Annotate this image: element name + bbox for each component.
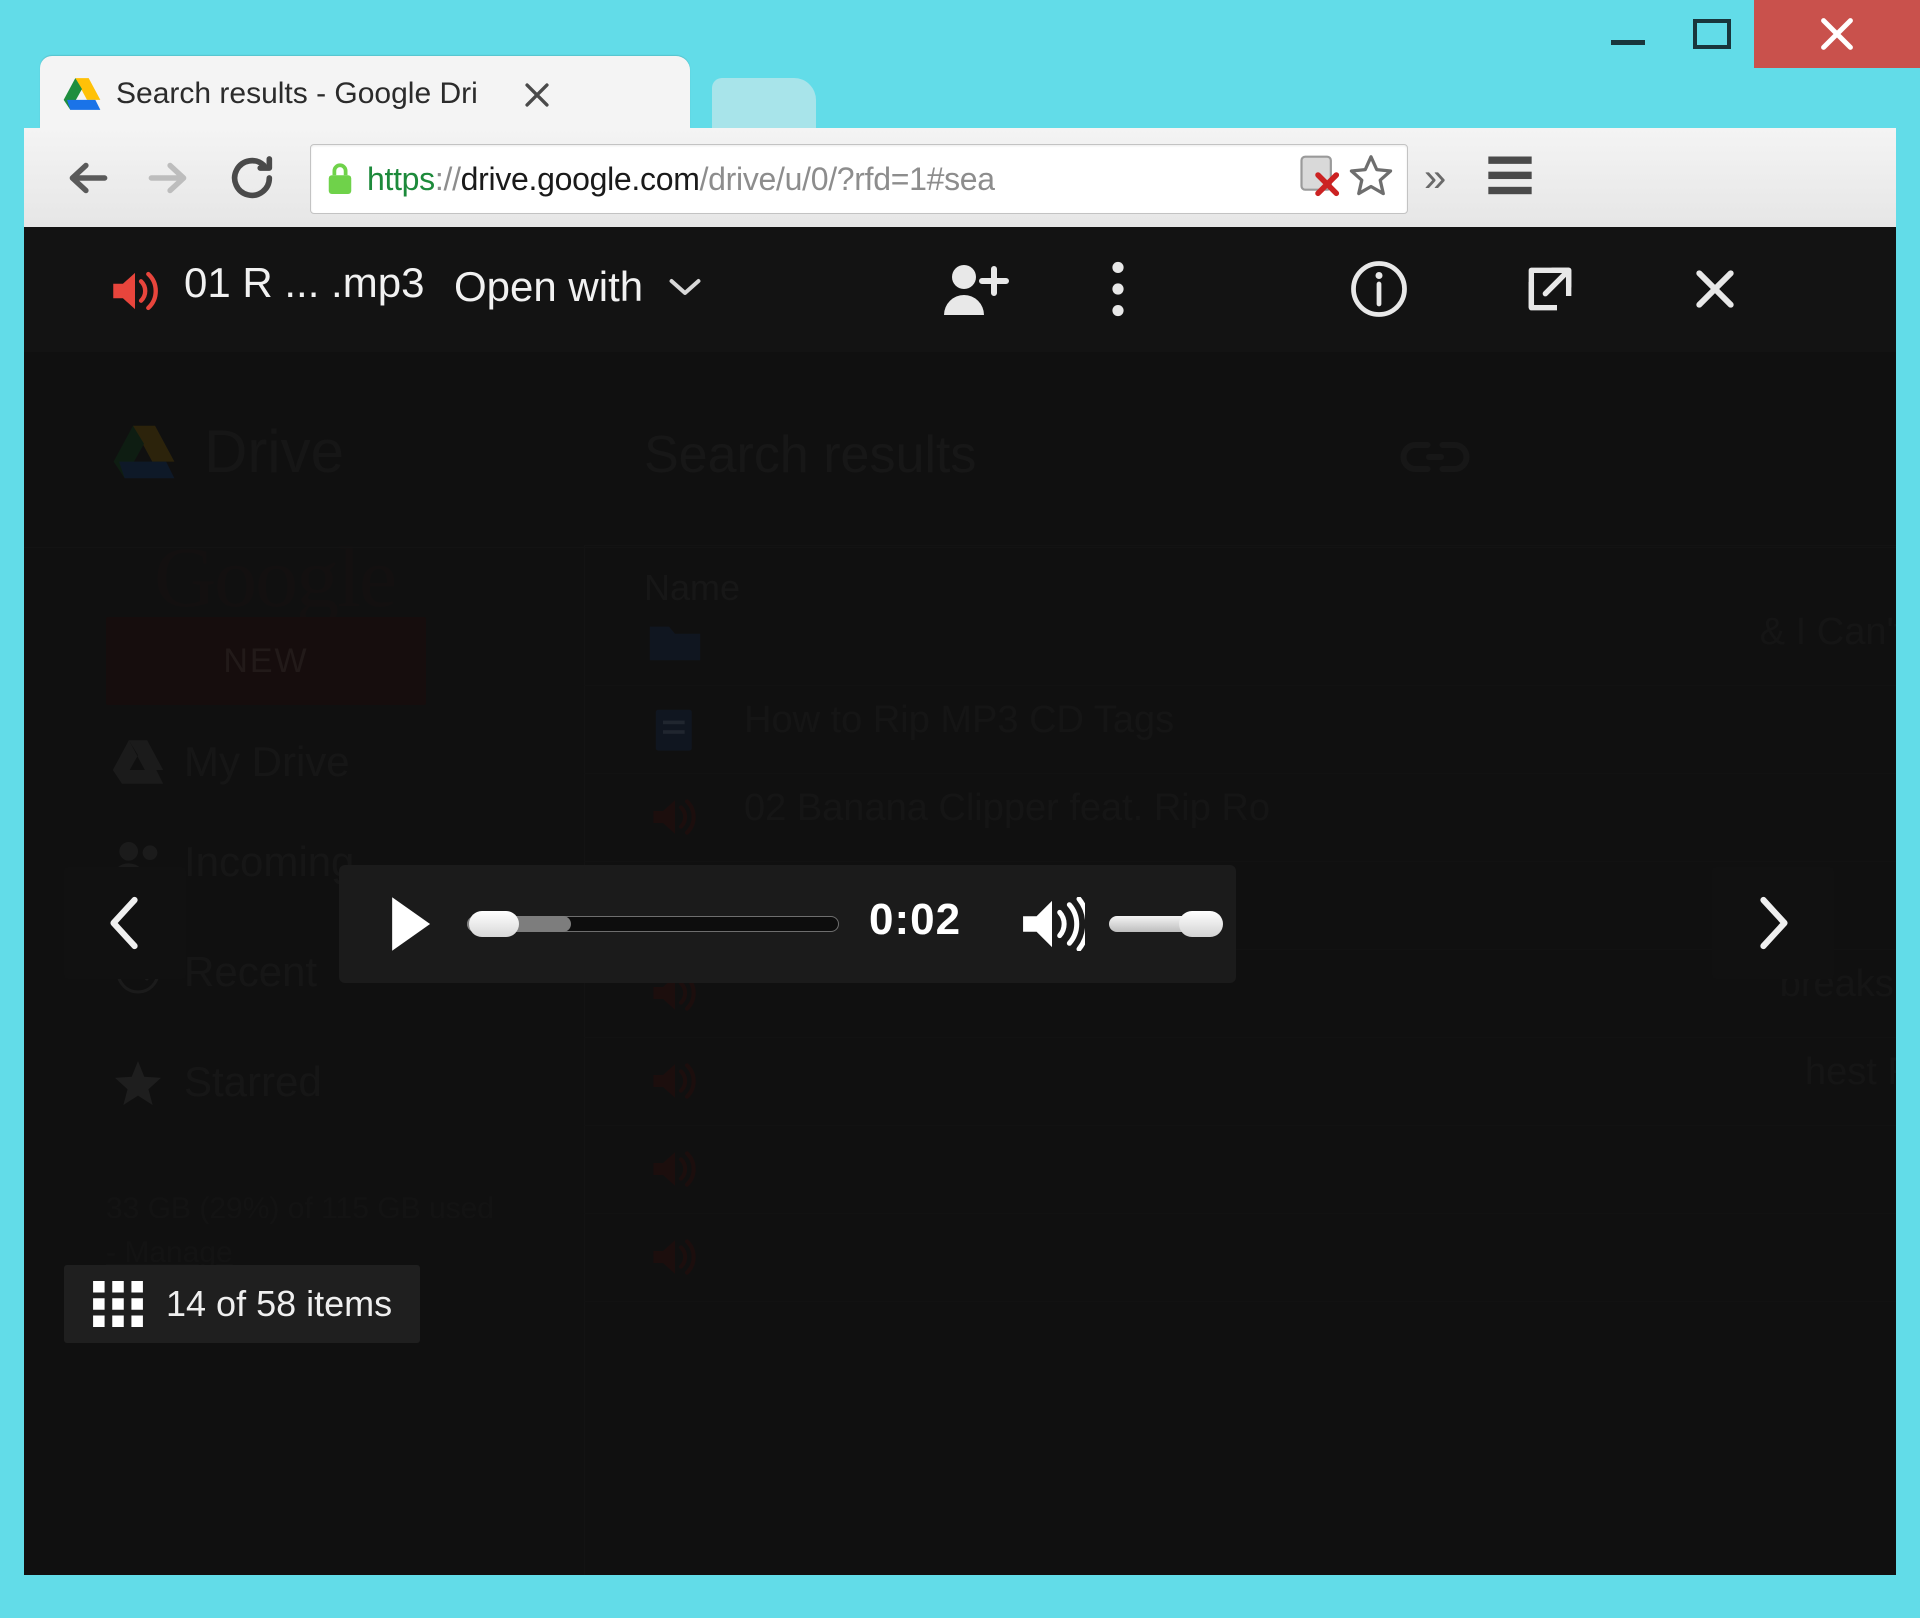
toolbar-overflow-button[interactable]: » [1424, 158, 1446, 198]
google-drive-icon [63, 78, 101, 110]
maximize-icon [1693, 19, 1731, 49]
audio-player-controls: 0:02 [339, 865, 1236, 983]
volume-handle[interactable] [1179, 911, 1223, 937]
browser-tab[interactable]: Search results - Google Dri [40, 56, 690, 130]
url-scheme: https [367, 160, 435, 197]
arrow-left-icon [69, 162, 108, 194]
add-person-icon [944, 265, 1009, 315]
seek-slider[interactable] [467, 911, 839, 937]
tab-close-icon[interactable] [520, 78, 554, 112]
add-person-button[interactable] [936, 259, 1012, 319]
bookmark-star-icon[interactable] [1348, 152, 1394, 198]
url-separator: :// [434, 160, 461, 197]
viewer-close-button[interactable] [1684, 259, 1746, 319]
pop-out-button[interactable] [1518, 259, 1582, 319]
chevron-down-icon [669, 279, 701, 295]
more-options-button[interactable] [1098, 259, 1138, 319]
address-bar[interactable]: https://drive.google.com/drive/u/0/?rfd=… [310, 144, 1408, 214]
arrow-right-icon [148, 162, 187, 194]
grid-view-icon [93, 1281, 143, 1327]
chevron-right-icon [1760, 896, 1788, 950]
secure-lock-icon [328, 163, 352, 194]
audio-file-icon [113, 271, 158, 311]
more-vertical-icon [1112, 261, 1124, 317]
forward-button[interactable] [136, 146, 200, 210]
url-text: https://drive.google.com/drive/u/0/?rfd=… [367, 161, 995, 198]
back-button[interactable] [56, 146, 120, 210]
minimize-icon [1611, 39, 1645, 45]
close-icon [1696, 270, 1734, 308]
previous-item-button[interactable] [64, 867, 186, 979]
chevron-left-icon [110, 896, 138, 950]
file-viewer-toolbar: 01 R ... .mp3 Open with [24, 227, 1896, 352]
info-button[interactable] [1346, 259, 1412, 319]
url-host: drive.google.com [460, 160, 700, 197]
current-time-label: 0:02 [869, 895, 962, 944]
page-viewport: Google Drive Search results NEW [24, 227, 1896, 1575]
pop-out-icon [1528, 267, 1572, 311]
url-path: /drive/u/0/?rfd=1#sea [699, 160, 995, 197]
tab-title: Search results - Google Dri [116, 77, 478, 110]
play-button[interactable] [381, 895, 439, 953]
chrome-menu-icon[interactable] [1484, 152, 1536, 200]
viewer-file-name: 01 R ... .mp3 [184, 259, 425, 306]
item-count-label: 14 of 58 items [166, 1283, 393, 1324]
seek-handle[interactable] [469, 911, 519, 937]
volume-high-icon[interactable] [1019, 897, 1085, 951]
play-icon [392, 897, 431, 951]
info-circle-icon [1351, 261, 1407, 317]
open-with-label: Open with [454, 263, 644, 310]
item-count-badge[interactable]: 14 of 58 items [64, 1265, 421, 1343]
open-with-button[interactable]: Open with [454, 259, 703, 315]
extension-blocked-icon[interactable] [1296, 150, 1340, 200]
tab-strip: Search results - Google Dri [0, 46, 1920, 140]
reload-icon [231, 156, 273, 199]
reload-button[interactable] [220, 146, 284, 210]
volume-slider[interactable] [1109, 911, 1229, 937]
browser-window: Search results - Google Dri https://driv… [0, 0, 1920, 1618]
next-item-button[interactable] [1712, 867, 1834, 979]
browser-toolbar: https://drive.google.com/drive/u/0/?rfd=… [24, 128, 1896, 228]
